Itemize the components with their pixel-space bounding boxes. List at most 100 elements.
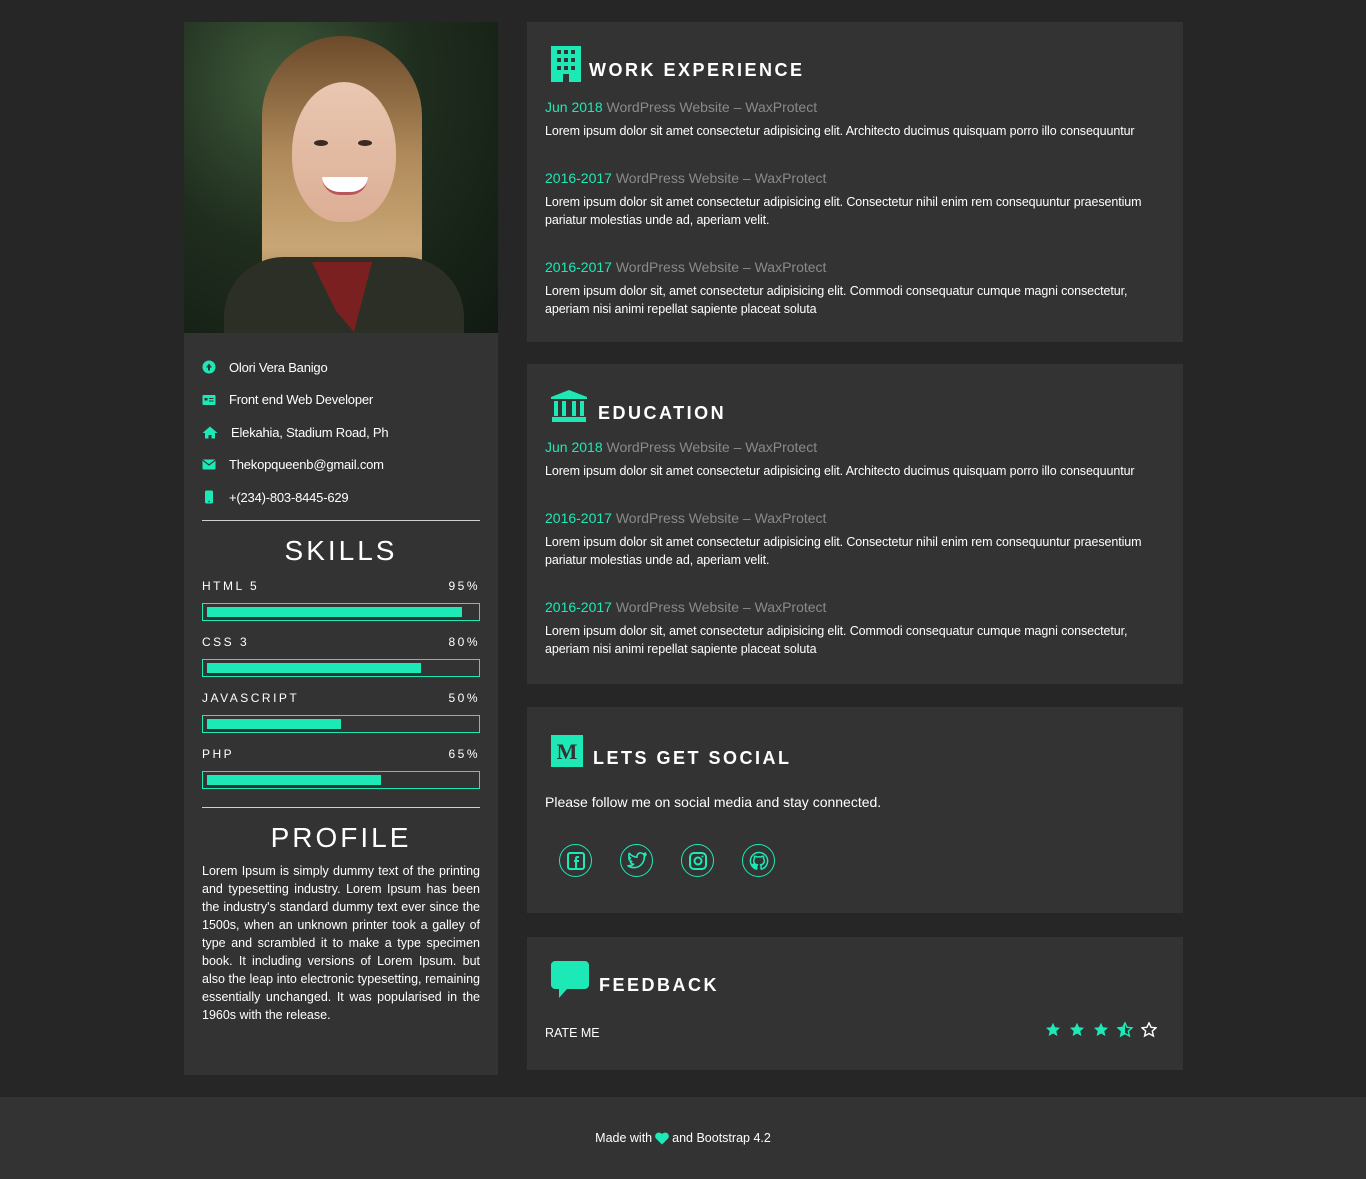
instagram-link[interactable] — [681, 844, 714, 877]
skill-item: PHP 65% — [184, 747, 498, 789]
entry-description: Lorem ipsum dolor sit amet consectetur a… — [545, 464, 1135, 478]
card-title: EDUCATION — [598, 403, 727, 423]
social-card: M LETS GET SOCIAL Please follow me on so… — [527, 707, 1183, 913]
user-circle-icon — [202, 360, 216, 374]
social-text: Please follow me on social media and sta… — [545, 794, 882, 810]
skill-name: PHP — [202, 746, 235, 761]
info-phone: +(234)-803-8445-629 — [202, 481, 480, 514]
building-icon — [551, 46, 581, 87]
medium-icon: M — [551, 735, 583, 772]
education-card: EDUCATION Jun 2018 WordPress Website – W… — [527, 364, 1183, 684]
skill-name: HTML 5 — [202, 578, 260, 593]
github-link[interactable] — [742, 844, 775, 877]
mobile-phone-icon — [202, 490, 216, 504]
skill-progress-bar — [202, 658, 480, 677]
divider — [202, 519, 480, 521]
entry-description: Lorem ipsum dolor sit amet consectetur a… — [545, 195, 1142, 227]
skill-progress-bar — [202, 714, 480, 733]
entry-where: WordPress Website – WaxProtect — [606, 439, 818, 455]
star-full-icon[interactable] — [1093, 1022, 1109, 1043]
footer-prefix: Made with — [595, 1131, 653, 1145]
skills-title: SKILLS — [284, 534, 398, 566]
profile-text: Lorem Ipsum is simply dummy text of the … — [202, 863, 480, 1022]
card-header: FEEDBACK — [551, 961, 1165, 1004]
skill-percent: 95% — [448, 578, 480, 593]
feedback-card: FEEDBACK RATE ME — [527, 937, 1183, 1070]
entry-where: WordPress Website – WaxProtect — [615, 259, 827, 275]
education-entry: 2016-2017 WordPress Website – WaxProtect… — [545, 599, 1165, 658]
facebook-icon — [566, 851, 585, 870]
home-icon — [202, 425, 218, 439]
entry-where: WordPress Website – WaxProtect — [615, 510, 827, 526]
envelope-icon — [202, 458, 216, 472]
info-title: Front end Web Developer — [202, 384, 480, 417]
star-full-icon[interactable] — [1045, 1022, 1061, 1043]
entry-date: Jun 2018 — [545, 439, 603, 455]
info-email: Thekopqueenb@gmail.com — [202, 449, 480, 482]
skill-item: HTML 5 95% — [184, 579, 498, 621]
entry-description: Lorem ipsum dolor sit amet consectetur a… — [545, 124, 1135, 138]
info-text: +(234)-803-8445-629 — [229, 489, 349, 505]
entry-description: Lorem ipsum dolor sit, amet consectetur … — [545, 624, 1128, 656]
twitter-icon — [626, 852, 647, 869]
work-entry: 2016-2017 WordPress Website – WaxProtect… — [545, 170, 1165, 229]
skill-name: JAVASCRIPT — [202, 690, 300, 705]
rating-row: RATE ME — [545, 1021, 1165, 1043]
star-empty-icon[interactable] — [1140, 1021, 1158, 1043]
skills-list: HTML 5 95% CSS 3 80% JAVASCRIPT 50% PHP 65% — [184, 579, 498, 789]
skill-progress-bar — [202, 770, 480, 789]
skill-percent: 50% — [448, 690, 480, 705]
instagram-icon — [688, 851, 707, 870]
heart-icon — [655, 1132, 669, 1145]
info-text: Elekahia, Stadium Road, Ph — [231, 424, 389, 440]
work-experience-card: WORK EXPERIENCE Jun 2018 WordPress Websi… — [527, 22, 1183, 342]
skill-percent: 80% — [448, 634, 480, 649]
skill-name: CSS 3 — [202, 634, 250, 649]
card-header: EDUCATION — [551, 390, 1165, 427]
entry-where: WordPress Website – WaxProtect — [615, 170, 827, 186]
profile-sidebar: Olori Vera Banigo Front end Web Develope… — [184, 22, 498, 1075]
entry-date: 2016-2017 — [545, 170, 612, 186]
entry-description: Lorem ipsum dolor sit amet consectetur a… — [545, 535, 1142, 567]
skill-progress-bar — [202, 602, 480, 621]
skill-progress-fill — [207, 662, 422, 673]
entry-date: 2016-2017 — [545, 510, 612, 526]
rate-label: RATE ME — [545, 1025, 600, 1040]
work-entry: Jun 2018 WordPress Website – WaxProtect … — [545, 99, 1165, 140]
skill-percent: 65% — [448, 746, 480, 761]
card-title: WORK EXPERIENCE — [589, 60, 805, 80]
comment-icon — [551, 961, 589, 1004]
skill-progress-fill — [207, 718, 341, 729]
card-header: WORK EXPERIENCE — [551, 46, 1165, 87]
entry-where: WordPress Website – WaxProtect — [606, 99, 818, 115]
page-footer: Made with and Bootstrap 4.2 — [0, 1097, 1366, 1179]
university-icon — [551, 390, 587, 427]
star-full-icon[interactable] — [1069, 1022, 1085, 1043]
skill-progress-fill — [207, 606, 462, 617]
info-name: Olori Vera Banigo — [202, 351, 480, 384]
info-text: Olori Vera Banigo — [229, 359, 328, 375]
svg-text:M: M — [557, 739, 578, 764]
card-title: LETS GET SOCIAL — [593, 748, 792, 768]
divider — [202, 806, 480, 808]
contact-info-list: Olori Vera Banigo Front end Web Develope… — [184, 333, 498, 514]
skill-progress-fill — [207, 774, 382, 785]
footer-suffix: and Bootstrap 4.2 — [672, 1131, 771, 1145]
entry-date: 2016-2017 — [545, 599, 612, 615]
info-text[interactable]: Thekopqueenb@gmail.com — [229, 457, 384, 472]
card-header: M LETS GET SOCIAL — [551, 735, 1165, 772]
twitter-link[interactable] — [620, 844, 653, 877]
entry-description: Lorem ipsum dolor sit, amet consectetur … — [545, 284, 1128, 316]
profile-title: PROFILE — [270, 821, 412, 853]
skill-item: CSS 3 80% — [184, 635, 498, 677]
education-entry: 2016-2017 WordPress Website – WaxProtect… — [545, 510, 1165, 569]
entry-where: WordPress Website – WaxProtect — [615, 599, 827, 615]
education-entry: Jun 2018 WordPress Website – WaxProtect … — [545, 439, 1165, 480]
id-card-icon — [202, 393, 216, 407]
star-rating[interactable] — [1037, 1021, 1158, 1043]
skill-item: JAVASCRIPT 50% — [184, 691, 498, 733]
profile-photo — [184, 22, 498, 333]
facebook-link[interactable] — [559, 844, 592, 877]
work-entry: 2016-2017 WordPress Website – WaxProtect… — [545, 259, 1165, 318]
star-half-icon[interactable] — [1116, 1021, 1134, 1043]
